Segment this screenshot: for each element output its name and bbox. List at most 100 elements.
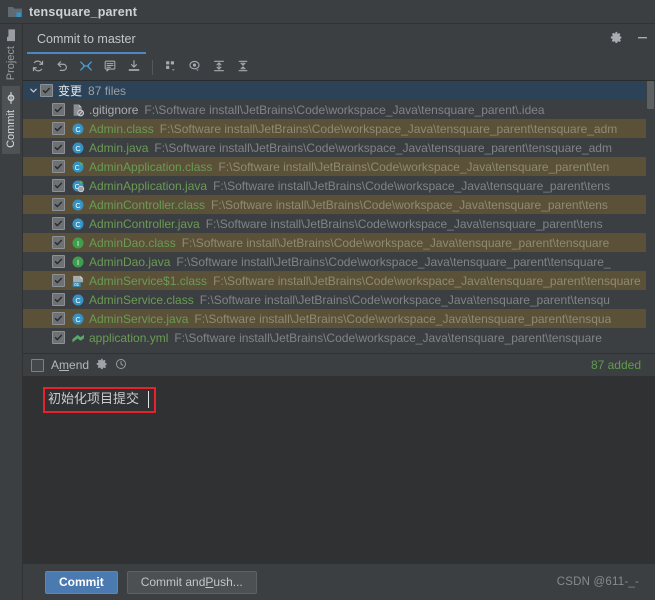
rail-tab-project[interactable]: Project (2, 24, 20, 86)
group-by-icon (164, 59, 178, 76)
file-row[interactable]: 01 AdminService$1.class F:\Software instal… (23, 271, 655, 290)
java-class-icon: C (70, 122, 86, 136)
svg-text:01: 01 (74, 281, 79, 286)
svg-text:C: C (75, 143, 81, 152)
file-checkbox[interactable] (52, 179, 65, 192)
file-row[interactable]: C AdminService.java F:\Software install\Je… (23, 309, 655, 328)
file-checkbox[interactable] (52, 122, 65, 135)
commit-and-push-button[interactable]: Commit and Push... (126, 570, 257, 594)
file-row[interactable]: C Admin.class F:\Software install\JetBrain… (23, 119, 655, 138)
commit-button[interactable]: Comm i t (45, 570, 118, 594)
file-checkbox[interactable] (52, 103, 65, 116)
preview-diff-button[interactable] (184, 56, 206, 78)
file-path: F:\Software install\JetBrains\Code\works… (159, 121, 618, 136)
commit-tool-window: tensquare_parent Project Commit Commit t… (0, 0, 655, 600)
file-checkbox[interactable] (52, 236, 65, 249)
tab-strip: Commit to master (23, 24, 655, 54)
file-checkbox[interactable] (52, 312, 65, 325)
file-list-scrollbar-thumb[interactable] (647, 81, 654, 109)
chevron-down-icon[interactable] (27, 86, 40, 95)
file-name: application.yml (89, 330, 169, 345)
commit-history-button[interactable] (115, 358, 127, 373)
file-row[interactable]: .gitignore F:\Software install\JetBrains\… (23, 100, 655, 119)
file-checkbox[interactable] (52, 217, 65, 230)
file-name: AdminApplication.class (89, 159, 213, 174)
refresh-icon (31, 59, 45, 76)
file-path: F:\Software install\JetBrains\Code\works… (194, 311, 612, 326)
anonymous-class-icon: 01 (70, 274, 86, 288)
window-titlebar: tensquare_parent (0, 0, 655, 24)
svg-text:C: C (75, 219, 81, 228)
update-project-icon (127, 59, 141, 76)
rail-tab-commit[interactable]: Commit (2, 86, 20, 155)
settings-button[interactable] (603, 24, 629, 54)
commit-options-gear-button[interactable] (96, 358, 108, 373)
toolbar-separator (152, 59, 153, 75)
file-row[interactable]: C AdminApplication.class F:\Software insta… (23, 157, 655, 176)
window-title: tensquare_parent (29, 4, 138, 19)
file-checkbox[interactable] (52, 274, 65, 287)
changes-group-label: 变更 (58, 84, 83, 98)
commit-message-history-button[interactable] (99, 56, 121, 78)
file-path: F:\Software install\JetBrains\Code\works… (213, 273, 641, 288)
file-row[interactable]: I AdminDao.class F:\Software install\JetBr… (23, 233, 655, 252)
file-path: F:\Software install\JetBrains\Code\works… (211, 197, 608, 212)
file-row[interactable]: C AdminApplication.java F:\Software instal… (23, 176, 655, 195)
rollback-icon (55, 59, 69, 76)
changed-files-list[interactable]: 变更 87 files .gitignore F:\Software instal… (23, 81, 655, 353)
file-checkbox[interactable] (52, 160, 65, 173)
file-name: AdminApplication.java (89, 178, 208, 193)
svg-text:C: C (75, 314, 81, 323)
java-class-icon: C (70, 198, 86, 212)
file-path: F:\Software install\JetBrains\Code\works… (154, 140, 612, 155)
changes-group-checkbox[interactable] (40, 84, 53, 97)
commit-message-input[interactable]: 初始化项目提交 (48, 392, 139, 408)
minimize-button[interactable] (629, 24, 655, 54)
java-interface-icon: I (70, 236, 86, 250)
java-class-icon: C (70, 312, 86, 326)
tab-commit-to-master[interactable]: Commit to master (23, 24, 150, 54)
changes-group-header[interactable]: 变更 87 files (23, 81, 655, 100)
update-project-button[interactable] (123, 56, 145, 78)
file-row[interactable]: C Admin.java F:\Software install\JetBrains… (23, 138, 655, 157)
expand-all-button[interactable] (208, 56, 230, 78)
changed-files-rows: 变更 87 files .gitignore F:\Software instal… (23, 81, 655, 353)
file-row[interactable]: C AdminController.java F:\Software install… (23, 214, 655, 233)
rollback-button[interactable] (51, 56, 73, 78)
file-path: F:\Software install\JetBrains\Code\works… (144, 102, 545, 117)
file-checkbox[interactable] (52, 141, 65, 154)
rail-tab-project-label: Project (5, 46, 17, 81)
file-row[interactable]: C AdminService.class F:\Software install\J… (23, 290, 655, 309)
java-runnable-class-icon: C (70, 160, 86, 174)
amend-label[interactable]: Amend (51, 358, 89, 372)
changes-group-count: 87 files (88, 83, 127, 98)
file-checkbox[interactable] (52, 293, 65, 306)
watermark: CSDN @611-_- (556, 576, 639, 588)
file-path: F:\Software install\JetBrains\Code\works… (199, 292, 610, 307)
refresh-button[interactable] (27, 56, 49, 78)
file-checkbox[interactable] (52, 198, 65, 211)
file-row[interactable]: I AdminDao.java F:\Software install\JetBra… (23, 252, 655, 271)
expand-all-icon (212, 59, 226, 76)
file-rows-container: .gitignore F:\Software install\JetBrains\… (23, 100, 655, 347)
file-checkbox[interactable] (52, 255, 65, 268)
java-interface-icon: I (70, 255, 86, 269)
show-diff-button[interactable] (75, 56, 97, 78)
svg-text:C: C (75, 200, 81, 209)
text-caret (148, 391, 149, 408)
history-clock-icon (115, 358, 127, 373)
file-checkbox[interactable] (52, 331, 65, 344)
collapse-all-button[interactable] (232, 56, 254, 78)
file-list-scrollbar[interactable] (646, 81, 655, 353)
group-by-button[interactable] (160, 56, 182, 78)
project-folder-icon (8, 6, 22, 18)
file-name: AdminController.class (89, 197, 206, 212)
gear-icon (610, 31, 623, 47)
file-name: AdminService.java (89, 311, 189, 326)
commit-message-area[interactable]: 初始化项目提交 (23, 376, 655, 564)
collapse-all-icon (236, 59, 250, 76)
file-row[interactable]: application.yml F:\Software install\JetBr… (23, 328, 655, 347)
file-name: AdminDao.java (89, 254, 171, 269)
file-row[interactable]: C AdminController.class F:\Software instal… (23, 195, 655, 214)
amend-checkbox[interactable] (31, 358, 44, 372)
